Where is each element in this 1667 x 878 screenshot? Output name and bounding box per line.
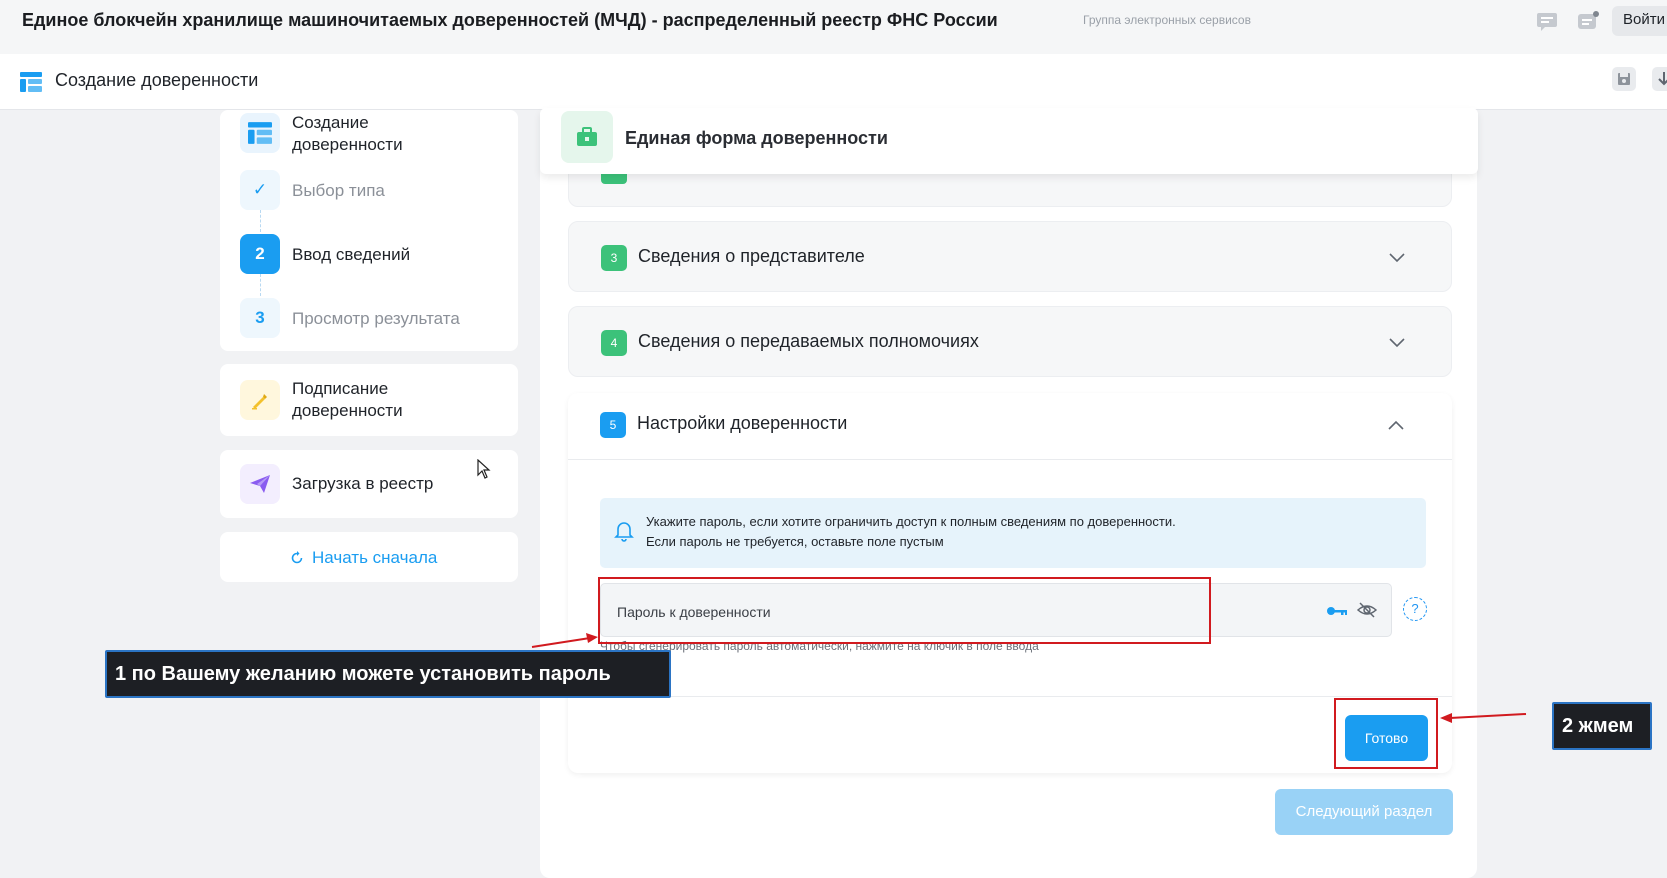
key-icon[interactable] xyxy=(1326,604,1348,623)
top-bar: Единое блокчейн хранилище машиночитаемых… xyxy=(0,0,1667,54)
restart-link[interactable]: Начать сначала xyxy=(290,548,437,568)
upload-card[interactable]: Загрузка в реестр xyxy=(220,450,518,518)
notifications-icon[interactable] xyxy=(1576,10,1600,34)
chevron-up-icon[interactable] xyxy=(1388,417,1404,435)
send-plane-icon xyxy=(240,464,280,504)
divider xyxy=(568,696,1452,697)
upload-label: Загрузка в реестр xyxy=(292,474,434,493)
signing-card[interactable]: Подписание доверенности xyxy=(220,364,518,436)
next-section-button[interactable]: Следующий раздел xyxy=(1275,789,1453,835)
help-icon[interactable]: ? xyxy=(1403,597,1427,621)
create-icon xyxy=(240,113,280,153)
info-text-line1: Укажите пароль, если хотите ограничить д… xyxy=(646,514,1176,529)
step-label-input[interactable]: Ввод сведений xyxy=(292,244,410,266)
highlight-password-box xyxy=(598,577,1211,644)
refresh-icon xyxy=(290,551,304,565)
section-number: 3 xyxy=(601,245,627,271)
restart-button[interactable]: Начать сначала xyxy=(220,532,518,582)
sub-bar: Создание доверенности xyxy=(0,54,1667,110)
mouse-cursor-icon xyxy=(477,458,491,484)
steps-card: Создание доверенности ✓ Выбор типа 2 Вво… xyxy=(220,110,518,351)
section-number-hidden xyxy=(601,174,627,184)
section-number: 5 xyxy=(600,412,626,438)
chevron-down-icon[interactable] xyxy=(1389,250,1405,268)
bell-icon xyxy=(614,520,634,547)
briefcase-icon xyxy=(561,111,613,163)
form-header: Единая форма доверенности xyxy=(540,108,1478,174)
step-done-check-icon: ✓ xyxy=(240,170,280,210)
section-representative[interactable]: 3 Сведения о представителе xyxy=(568,221,1452,292)
pen-icon xyxy=(240,380,280,420)
save-icon[interactable] xyxy=(1612,67,1636,91)
app-subtitle[interactable]: Группа электронных сервисов xyxy=(1083,13,1251,27)
divider xyxy=(568,459,1452,460)
step-connector xyxy=(260,274,261,296)
annotation-note-2: 2 жмем xyxy=(1552,702,1652,750)
chevron-down-icon[interactable] xyxy=(1389,335,1405,353)
section-title: Сведения о передаваемых полномочиях xyxy=(638,331,979,351)
highlight-ready-box xyxy=(1334,698,1438,769)
download-icon[interactable] xyxy=(1652,67,1667,91)
info-box: Укажите пароль, если хотите ограничить д… xyxy=(600,498,1426,568)
section-powers[interactable]: 4 Сведения о передаваемых полномочиях xyxy=(568,306,1452,377)
section-title[interactable]: Настройки доверенности xyxy=(637,413,847,434)
feedback-icon[interactable] xyxy=(1535,10,1559,34)
annotation-note-1: 1 по Вашему желанию можете установить па… xyxy=(105,650,671,698)
signing-title: Подписание доверенности xyxy=(292,379,403,420)
app-title: Единое блокчейн хранилище машиночитаемых… xyxy=(22,10,998,30)
section-number: 4 xyxy=(601,330,627,356)
eye-hidden-icon[interactable] xyxy=(1356,601,1378,624)
page-title: Создание доверенности xyxy=(55,70,259,90)
document-form-icon xyxy=(20,72,42,97)
section-title: Сведения о представителе xyxy=(638,246,865,266)
login-button[interactable]: Войти xyxy=(1612,6,1667,36)
create-title: Создание доверенности xyxy=(292,113,403,154)
step-number-pending: 3 xyxy=(240,298,280,338)
step-connector xyxy=(260,210,261,232)
step-label-type[interactable]: Выбор типа xyxy=(292,180,385,202)
info-text-line2: Если пароль не требуется, оставьте поле … xyxy=(646,534,944,549)
form-title: Единая форма доверенности xyxy=(625,128,888,148)
step-label-preview[interactable]: Просмотр результата xyxy=(292,308,460,330)
step-number-active: 2 xyxy=(240,234,280,274)
